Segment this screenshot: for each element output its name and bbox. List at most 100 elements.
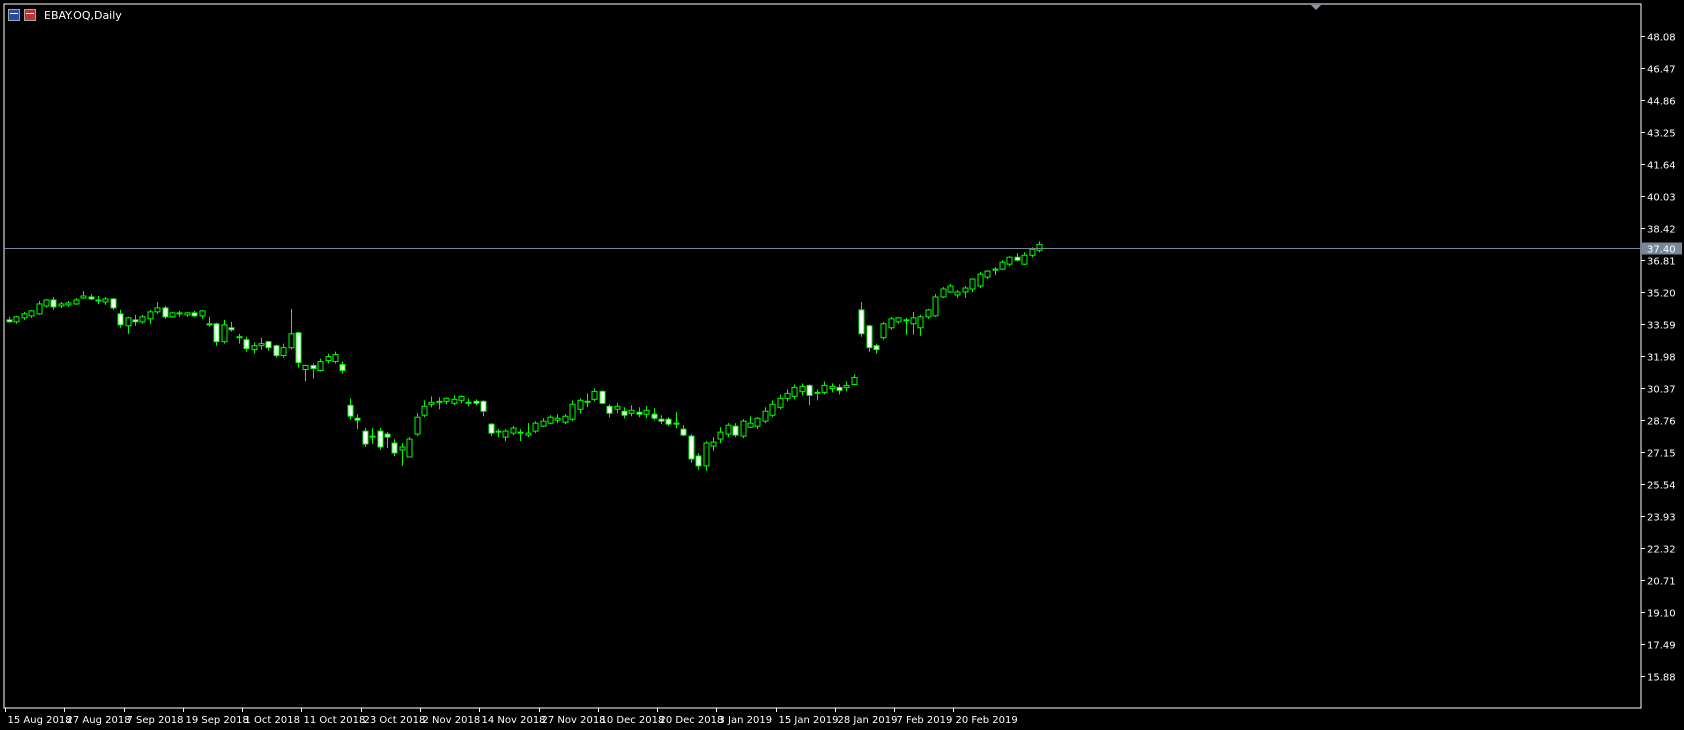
candle-body	[377, 430, 384, 448]
candle-body	[369, 435, 376, 438]
candle-body	[65, 302, 72, 306]
time-tick-label: 27 Nov 2018	[542, 715, 606, 726]
chart-title: EBAY.OQ,Daily	[44, 8, 122, 22]
candle-body	[665, 418, 672, 425]
time-tick-label: 15 Aug 2018	[8, 715, 72, 726]
price-tick-label: 35.20	[1647, 289, 1676, 300]
candle-body	[154, 307, 161, 313]
price-tick-label: 22.32	[1647, 545, 1676, 556]
candle-body	[947, 285, 954, 293]
time-tick-label: 20 Dec 2018	[660, 715, 724, 726]
price-tick-label: 40.03	[1647, 193, 1676, 204]
candle-body	[110, 298, 117, 309]
candle-body	[577, 399, 584, 410]
current-price-label: 37.40	[1647, 245, 1676, 256]
time-tick-label: 14 Nov 2018	[482, 715, 546, 726]
candle-body	[391, 442, 398, 454]
candle-body	[1036, 243, 1043, 251]
candle-body	[502, 430, 509, 438]
candle-body	[895, 317, 902, 323]
price-tick-label: 15.88	[1647, 673, 1676, 684]
candle-body	[658, 418, 665, 422]
price-tick-label: 43.25	[1647, 129, 1676, 140]
time-tick-label: 27 Aug 2018	[67, 715, 131, 726]
candle-body	[917, 316, 924, 329]
time-tick-label: 23 Oct 2018	[364, 715, 426, 726]
candle-body	[473, 400, 480, 404]
candle-body	[762, 410, 769, 422]
candle-body	[925, 309, 932, 318]
price-tick-label: 44.86	[1647, 97, 1676, 108]
candle-body	[317, 361, 324, 372]
candle-body	[1014, 256, 1021, 261]
candle-body	[703, 442, 710, 467]
candle-body	[347, 404, 354, 417]
candle-body	[221, 324, 228, 343]
candle-body	[992, 268, 999, 271]
candle-body	[873, 345, 880, 351]
time-tick-label: 7 Sep 2018	[127, 715, 184, 726]
candle-body	[436, 400, 443, 403]
time-tick-label: 28 Jan 2019	[838, 715, 898, 726]
candle-body	[940, 288, 947, 298]
candle-body	[184, 312, 191, 316]
time-tick-label: 20 Feb 2019	[956, 715, 1018, 726]
candle-body	[910, 317, 917, 325]
candle-body	[673, 422, 680, 425]
price-chart[interactable]: 48.08 46.47 44.86 43.25 41.64 40.03 38.42 36.81…	[0, 0, 1684, 730]
candle-body	[754, 417, 761, 427]
time-tick-label: 15 Jan 2019	[779, 715, 839, 726]
candle-body	[740, 420, 747, 437]
candle-body	[132, 319, 139, 323]
price-tick-label: 46.47	[1647, 65, 1676, 76]
chart-window-icon-2[interactable]	[24, 9, 36, 21]
candle-body	[162, 307, 169, 318]
candle-body	[302, 365, 309, 371]
candle-body	[769, 403, 776, 416]
price-tick-label: 23.93	[1647, 513, 1676, 524]
candle-body	[999, 261, 1006, 270]
candle-body	[280, 347, 287, 357]
time-tick-label: 1 Oct 2018	[245, 715, 300, 726]
candle-body	[710, 441, 717, 447]
candle-body	[784, 392, 791, 399]
candle-body	[651, 413, 658, 419]
candle-body	[821, 384, 828, 393]
candle-body	[688, 435, 695, 460]
price-tick-label: 19.10	[1647, 609, 1676, 620]
candle-body	[80, 295, 87, 299]
candle-body	[525, 432, 532, 436]
candle-body	[339, 364, 346, 372]
candle-body	[562, 415, 569, 423]
price-tick-label: 41.64	[1647, 161, 1676, 172]
candle-body	[458, 395, 465, 401]
price-tick-label: 48.08	[1647, 33, 1676, 44]
candle-body	[443, 397, 450, 402]
candle-body	[880, 323, 887, 339]
candle-body	[6, 319, 13, 323]
candle-body	[480, 400, 487, 412]
candle-body	[332, 354, 339, 363]
candle-body	[732, 425, 739, 436]
candle-body	[169, 312, 176, 318]
price-tick-label: 36.81	[1647, 257, 1676, 268]
price-tick-label: 17.49	[1647, 641, 1676, 652]
candle-body	[199, 310, 206, 317]
candle-body	[858, 309, 865, 335]
price-tick-label: 27.15	[1647, 449, 1676, 460]
candle-body	[36, 303, 43, 315]
candle-body	[903, 319, 910, 322]
candle-body	[977, 273, 984, 287]
candle-body	[532, 422, 539, 432]
candle-body	[962, 287, 969, 293]
candle-body	[273, 345, 280, 357]
price-axis[interactable]: 48.08 46.47 44.86 43.25 41.64 40.03 38.42 36.81…	[1641, 33, 1676, 684]
candle-body	[606, 405, 613, 414]
candle-body	[21, 313, 28, 319]
price-tick-label: 20.71	[1647, 577, 1676, 588]
candle-body	[206, 323, 213, 326]
candle-body	[969, 278, 976, 290]
chart-window-icon[interactable]	[8, 9, 20, 21]
candle-body	[88, 296, 95, 300]
candle-body	[643, 409, 650, 415]
